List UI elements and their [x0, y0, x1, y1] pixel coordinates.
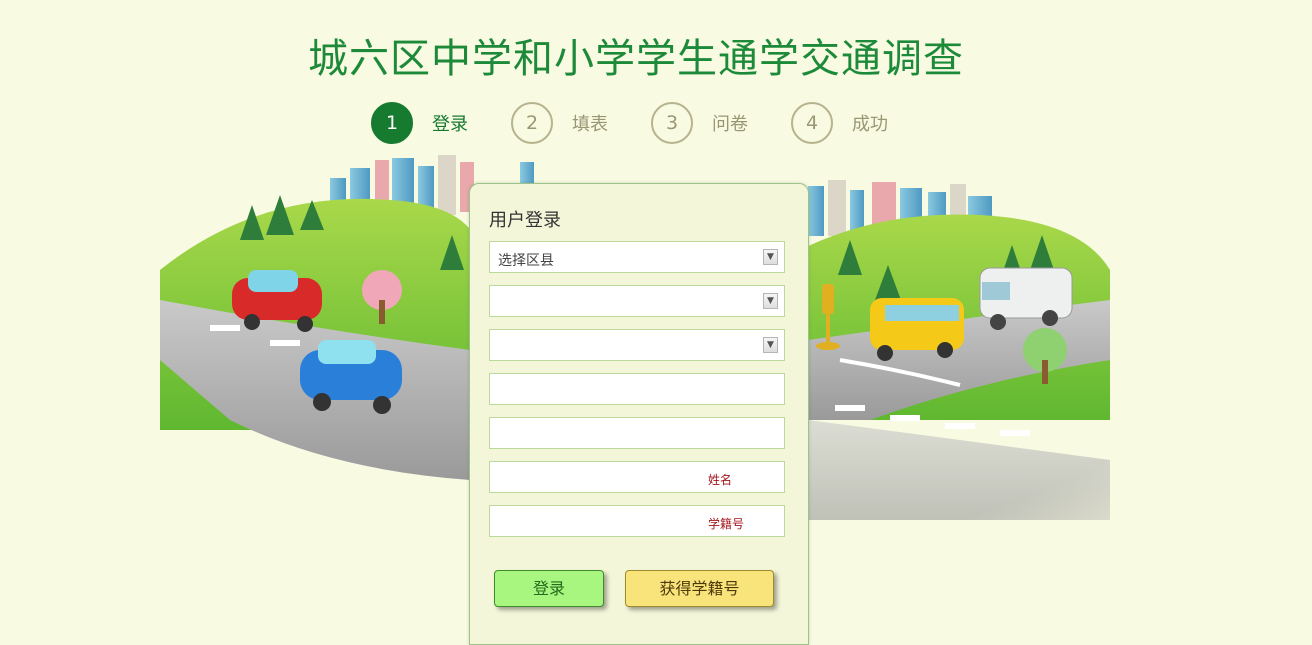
school-bus [870, 298, 964, 361]
step-2-label: 填表 [572, 114, 608, 135]
name-input-hint: 姓名 [708, 473, 733, 487]
district-select[interactable]: 选择区县 ▼ [489, 241, 785, 273]
student-id-input[interactable]: 学籍号 [489, 505, 785, 537]
district-select-value: 选择区县 [498, 253, 554, 269]
chevron-down-icon[interactable]: ▼ [763, 249, 778, 265]
step-1-number: 1 [371, 102, 413, 144]
step-1-label: 登录 [432, 114, 468, 135]
chevron-down-icon[interactable]: ▼ [763, 293, 778, 309]
red-car [232, 270, 322, 332]
page-title: 城六区中学和小学学生通学交通调查 [308, 36, 964, 82]
school-select[interactable]: ▼ [489, 285, 785, 317]
login-button[interactable]: 登录 [494, 570, 604, 607]
student-id-input-hint: 学籍号 [708, 517, 745, 531]
get-student-id-button[interactable]: 获得学籍号 [625, 570, 774, 607]
green-tree [1023, 328, 1067, 384]
blossom-tree [362, 270, 402, 324]
name-input[interactable]: 姓名 [489, 461, 785, 493]
grade-select[interactable]: ▼ [489, 329, 785, 361]
step-2-number: 2 [511, 102, 553, 144]
step-4-number: 4 [791, 102, 833, 144]
step-3-number: 3 [651, 102, 693, 144]
extra-input[interactable] [489, 417, 785, 449]
class-input[interactable] [489, 373, 785, 405]
traffic-light [816, 284, 840, 350]
white-van [979, 267, 1073, 330]
login-panel-title: 用户登录 [489, 210, 561, 231]
step-3-label: 问卷 [712, 114, 748, 135]
login-panel: 用户登录 选择区县 ▼ ▼ ▼ 姓名 学籍号 登录 获得学籍号 [469, 183, 809, 645]
chevron-down-icon[interactable]: ▼ [763, 337, 778, 353]
blue-car [300, 340, 402, 414]
step-4-label: 成功 [852, 114, 888, 135]
